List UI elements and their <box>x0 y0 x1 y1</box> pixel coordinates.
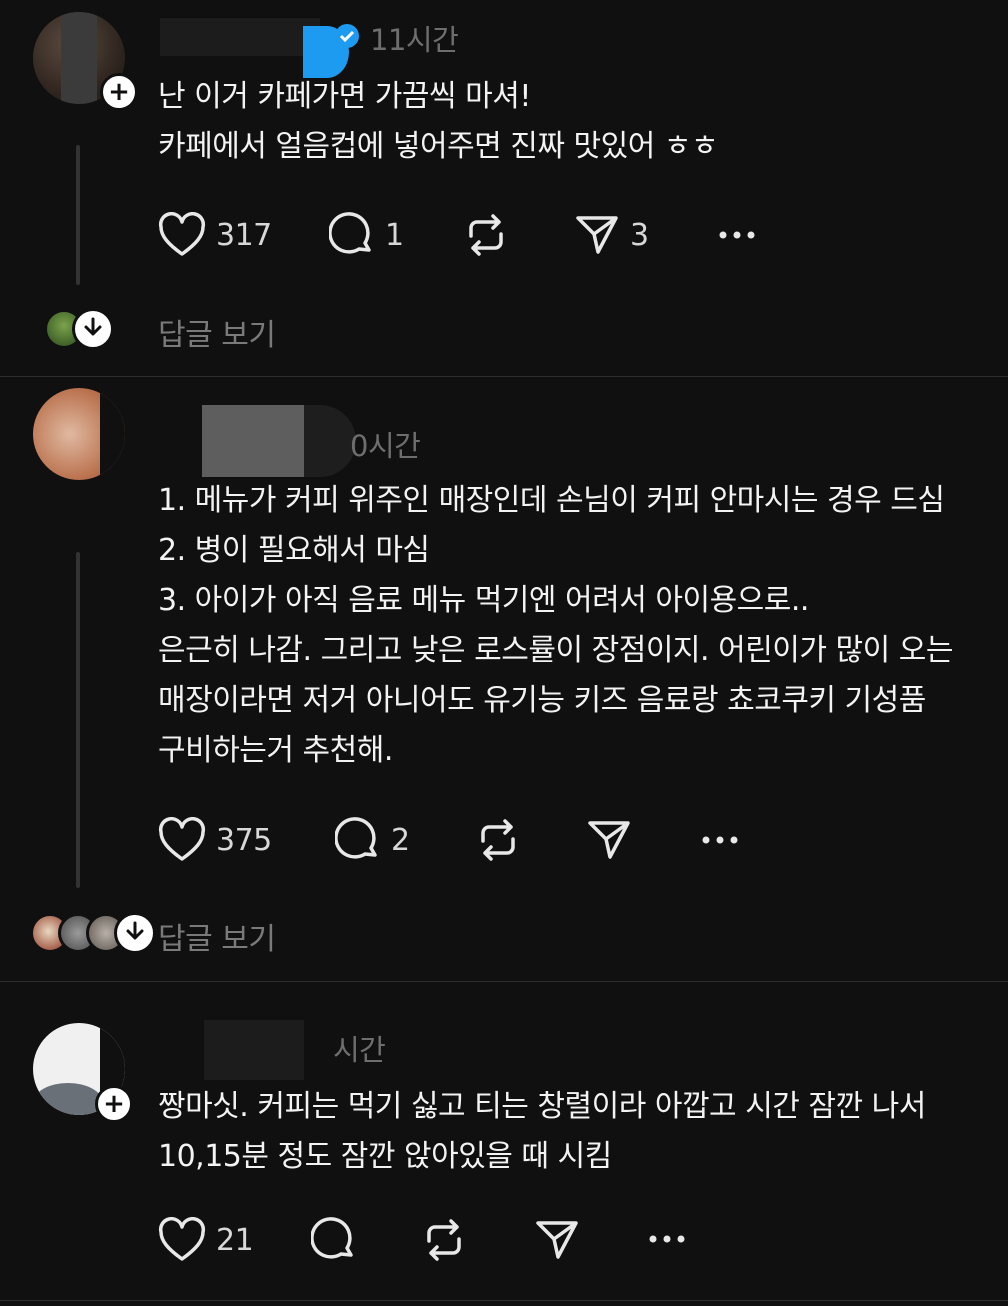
post-time: 11시간 <box>370 23 459 57</box>
post-2: 0시간 1. 메뉴가 커피 위주인 매장인데 손님이 커피 안마시는 경우 드심… <box>0 377 1008 981</box>
post-text: 1. 메뉴가 커피 위주인 매장인데 손님이 커피 안마시는 경우 드심 2. 병… <box>158 476 978 776</box>
redacted-username <box>304 405 356 477</box>
redacted-username <box>160 18 320 56</box>
text-line: 구비하는거 추천해. <box>158 733 393 768</box>
post-text: 난 이거 카페가면 가끔씩 마셔! 카페에서 얼음컵에 넣어주면 진짜 맛있어 ㅎ… <box>158 72 978 172</box>
text-line: 난 이거 카페가면 가끔씩 마셔! <box>158 79 531 114</box>
paper-plane-icon <box>574 212 620 258</box>
share-button[interactable]: 3 <box>574 212 649 258</box>
redacted-username <box>204 1020 304 1080</box>
like-count: 317 <box>216 217 272 253</box>
text-line: 2. 병이 필요해서 마심 <box>158 533 430 568</box>
comment-button[interactable]: 2 <box>335 817 410 863</box>
speech-bubble-icon <box>335 817 381 863</box>
more-dots-icon <box>718 222 756 248</box>
more-button[interactable] <box>701 827 739 853</box>
text-line: 카페에서 얼음컵에 넣어주면 진짜 맛있어 ㅎㅎ <box>158 129 719 164</box>
arrow-down-icon <box>82 316 104 342</box>
post-1: + 11시간 난 이거 카페가면 가끔씩 마셔! 카페에서 얼음컵에 넣어주면 진… <box>0 0 1008 376</box>
more-dots-icon <box>701 827 739 853</box>
comment-count: 1 <box>385 217 404 253</box>
repost-arrows-icon <box>421 1217 467 1263</box>
more-button[interactable] <box>718 222 756 248</box>
redacted-username <box>202 405 304 477</box>
plus-icon: + <box>103 1089 125 1119</box>
follow-button[interactable]: + <box>95 1085 133 1123</box>
expand-replies-button[interactable] <box>72 308 114 350</box>
thread-line <box>76 552 80 888</box>
more-button[interactable] <box>648 1226 686 1252</box>
like-count: 375 <box>216 822 272 858</box>
more-dots-icon <box>648 1226 686 1252</box>
repost-button[interactable] <box>475 817 531 863</box>
post-3: + 시간 짱마싯. 커피는 먹기 싫고 티는 창렬이라 아깝고 시간 잠깐 나서… <box>0 982 1008 1306</box>
divider <box>0 1300 1008 1301</box>
share-count: 3 <box>630 217 649 253</box>
text-line: 은근히 나감. 그리고 낮은 로스률이 장점이지. 어린이가 많이 오는 <box>158 633 953 668</box>
comment-button[interactable]: 1 <box>329 212 404 258</box>
text-line: 짱마싯. 커피는 먹기 싫고 티는 창렬이라 아깝고 시간 잠깐 나서 <box>158 1089 926 1124</box>
follow-button[interactable]: + <box>100 73 138 111</box>
heart-icon <box>158 1217 206 1263</box>
reply-avatars[interactable] <box>30 912 156 954</box>
share-button[interactable] <box>534 1217 590 1263</box>
like-count: 21 <box>216 1222 254 1258</box>
speech-bubble-icon <box>311 1217 357 1263</box>
repost-arrows-icon <box>475 817 521 863</box>
text-line: 3. 아이가 아직 음료 메뉴 먹기엔 어려서 아이용으로.. <box>158 583 809 618</box>
post-text: 짱마싯. 커피는 먹기 싫고 티는 창렬이라 아깝고 시간 잠깐 나서 10,15… <box>158 1082 978 1182</box>
comment-button[interactable] <box>311 1217 367 1263</box>
paper-plane-icon <box>586 817 632 863</box>
post-time: 시간 <box>333 1033 386 1067</box>
repost-arrows-icon <box>463 212 509 258</box>
like-button[interactable]: 21 <box>158 1217 254 1263</box>
repost-button[interactable] <box>421 1217 477 1263</box>
avatar[interactable] <box>33 388 125 480</box>
plus-icon: + <box>108 77 130 107</box>
speech-bubble-icon <box>329 212 375 258</box>
text-line: 10,15분 정도 잠깐 앉아있을 때 시킴 <box>158 1139 612 1174</box>
heart-icon <box>158 817 206 863</box>
text-line: 매장이라면 저거 아니어도 유기능 키즈 음료랑 쵸코쿠키 기성품 <box>158 683 926 718</box>
like-button[interactable]: 317 <box>158 212 272 258</box>
expand-replies-button[interactable] <box>114 912 156 954</box>
reply-avatars[interactable] <box>44 308 114 350</box>
paper-plane-icon <box>534 1217 580 1263</box>
view-replies-link[interactable]: 답글 보기 <box>158 914 276 958</box>
post-time: 0시간 <box>350 429 421 463</box>
share-button[interactable] <box>586 817 642 863</box>
comment-count: 2 <box>391 822 410 858</box>
arrow-down-icon <box>124 920 146 946</box>
heart-icon <box>158 212 206 258</box>
view-replies-link[interactable]: 답글 보기 <box>158 310 276 354</box>
thread-line <box>76 145 80 285</box>
like-button[interactable]: 375 <box>158 817 272 863</box>
repost-button[interactable] <box>463 212 519 258</box>
text-line: 1. 메뉴가 커피 위주인 매장인데 손님이 커피 안마시는 경우 드심 <box>158 483 945 518</box>
